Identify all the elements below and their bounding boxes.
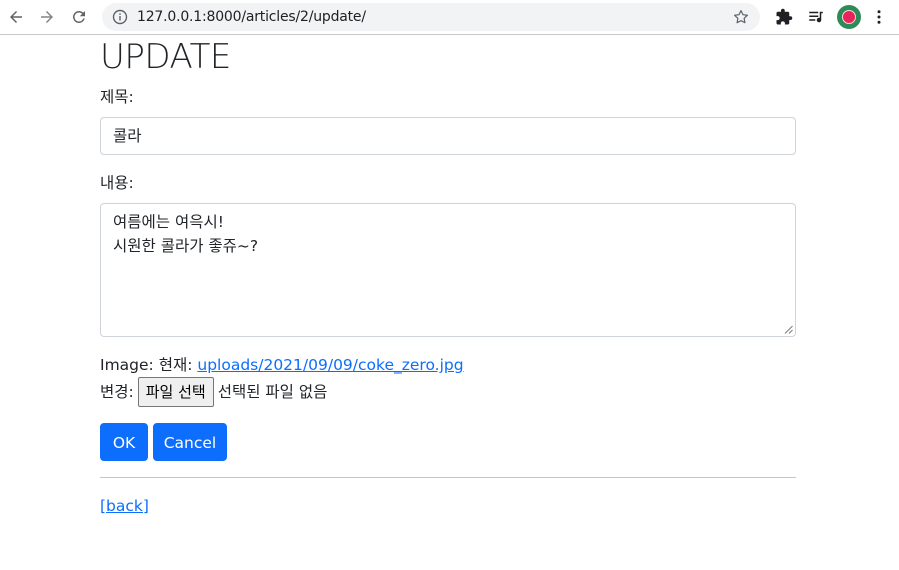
- file-status: 선택된 파일 없음: [217, 383, 328, 401]
- title-label: 제목:: [100, 88, 134, 106]
- profile-avatar[interactable]: [837, 5, 861, 29]
- content-textarea[interactable]: 여름에는 여윽시! 시원한 콜라가 좋쥬~?: [100, 203, 796, 337]
- file-select-button[interactable]: 파일 선택: [137, 377, 214, 407]
- content-line: 시원한 콜라가 좋쥬~?: [113, 237, 259, 255]
- page-content: UPDATE 제목: 콜라 내용: 여름에는 여윽시! 시원한 콜라가 좋쥬~?…: [100, 36, 796, 515]
- change-label: 변경:: [100, 383, 134, 401]
- cancel-button[interactable]: Cancel: [153, 423, 227, 461]
- info-icon[interactable]: [112, 9, 128, 25]
- current-image-link[interactable]: uploads/2021/09/09/coke_zero.jpg: [197, 356, 463, 374]
- ok-button[interactable]: OK: [100, 423, 148, 461]
- address-bar[interactable]: 127.0.0.1:8000/articles/2/update/: [102, 3, 760, 31]
- forward-arrow-icon[interactable]: [35, 5, 59, 29]
- bookmark-star-icon[interactable]: [732, 8, 750, 26]
- url-text[interactable]: 127.0.0.1:8000/articles/2/update/: [137, 9, 366, 25]
- divider: [100, 477, 796, 478]
- title-input[interactable]: 콜라: [100, 117, 796, 155]
- content-label: 내용:: [100, 174, 134, 192]
- back-link[interactable]: [back]: [100, 495, 149, 517]
- image-label: Image: 현재:: [100, 356, 198, 374]
- image-current-row: Image: 현재: uploads/2021/09/09/coke_zero.…: [100, 354, 464, 376]
- image-change-row: 변경: 파일 선택 선택된 파일 없음: [100, 377, 327, 407]
- media-queue-icon[interactable]: [805, 6, 827, 28]
- resize-grip-icon[interactable]: [784, 325, 793, 334]
- page-title: UPDATE: [100, 37, 231, 77]
- browser-toolbar: 127.0.0.1:8000/articles/2/update/: [0, 0, 899, 35]
- reload-icon[interactable]: [67, 5, 91, 29]
- extensions-puzzle-icon[interactable]: [773, 6, 795, 28]
- kebab-menu-icon[interactable]: [868, 6, 890, 28]
- content-line: 여름에는 여윽시!: [113, 213, 224, 231]
- back-arrow-icon[interactable]: [4, 5, 28, 29]
